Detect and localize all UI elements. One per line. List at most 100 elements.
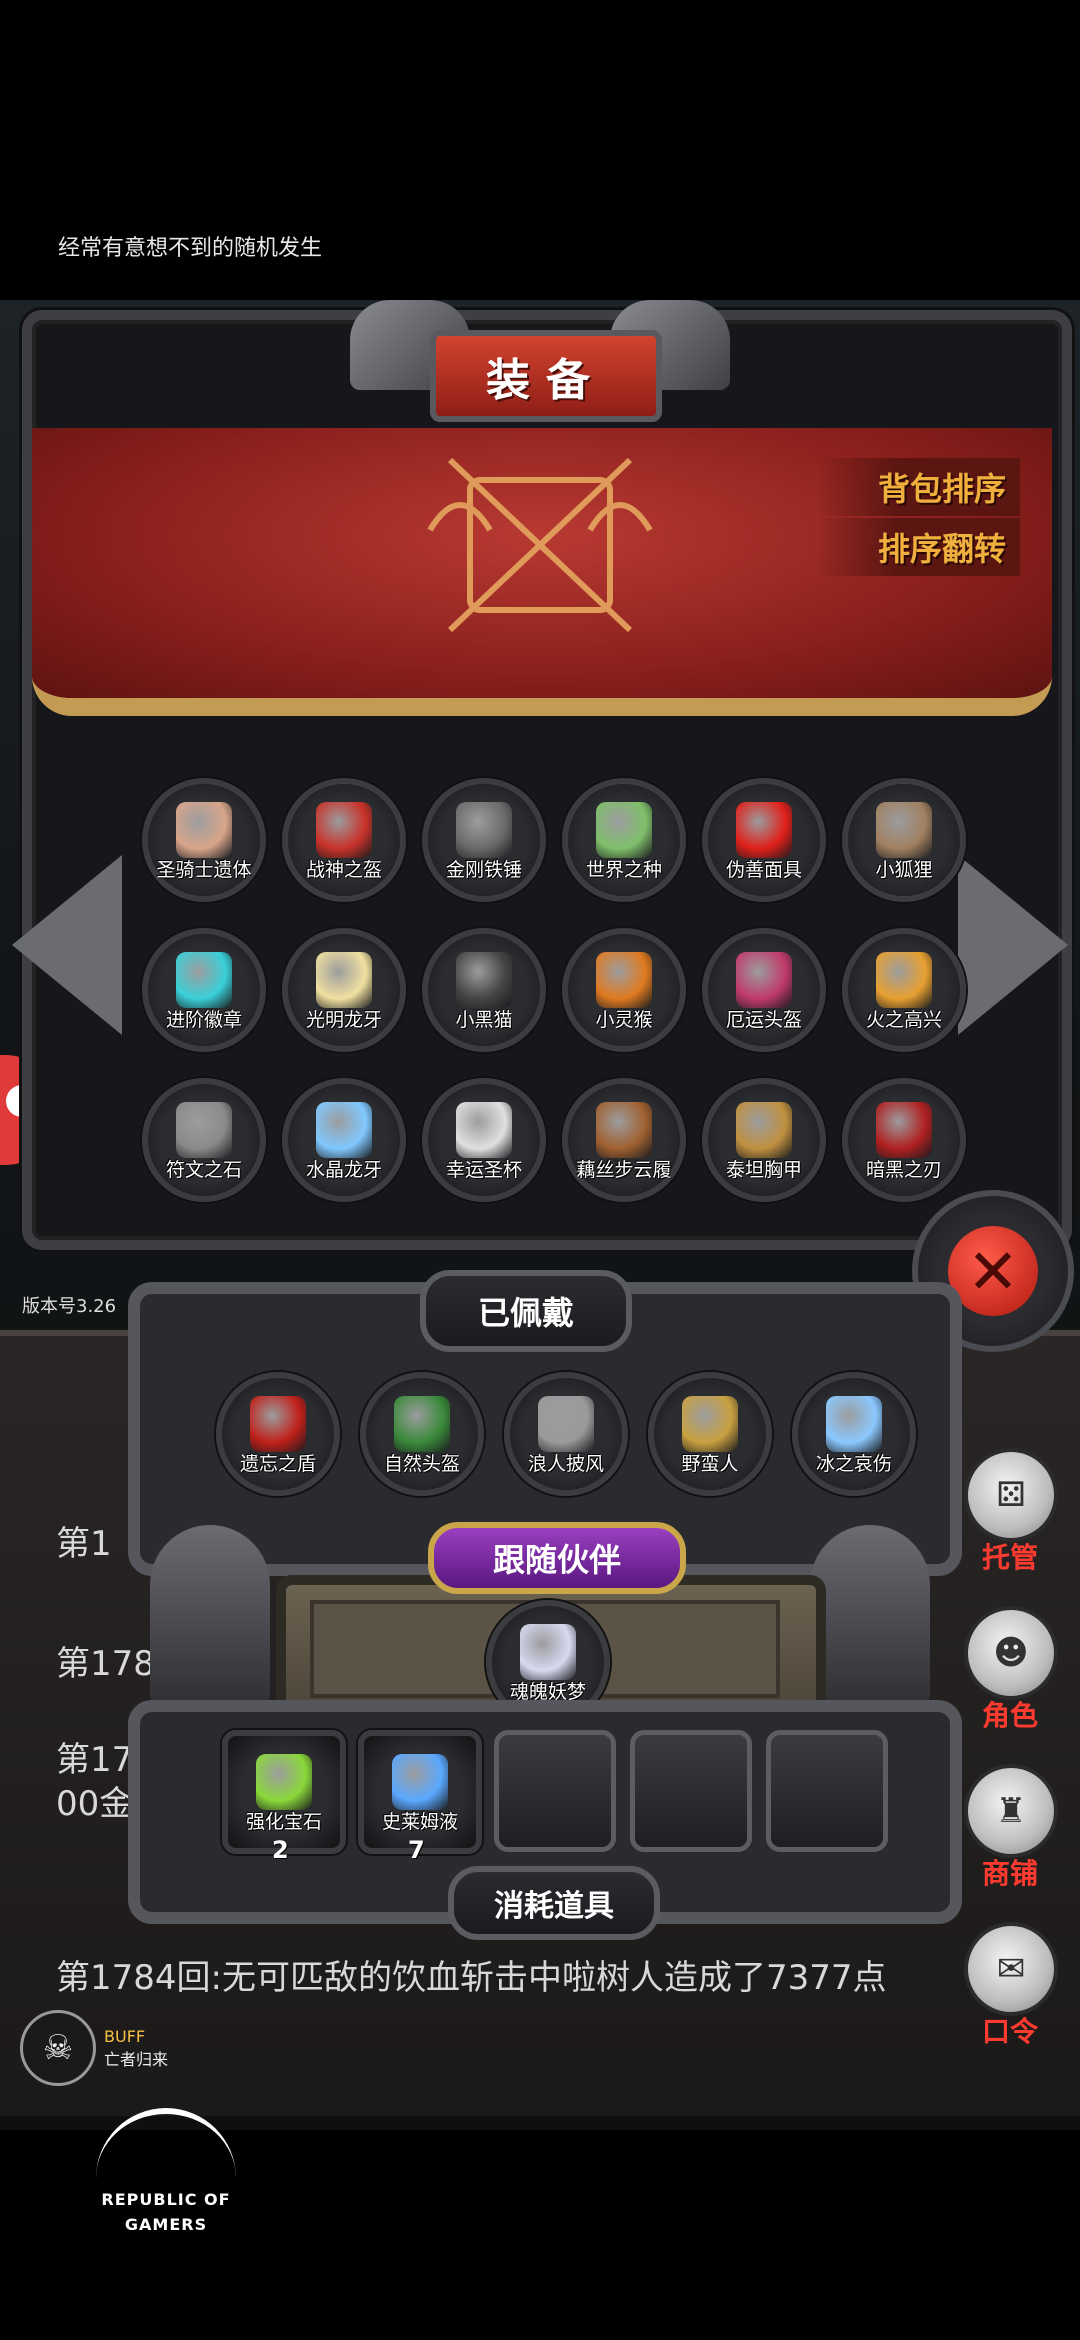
equipped-name: 自然头盔 [383, 1453, 460, 1475]
left-gargoyle-ornament [150, 1525, 270, 1705]
item-name: 金刚铁锤 [445, 859, 522, 881]
item-name: 圣骑士遗体 [156, 859, 252, 881]
item-slot[interactable]: 进阶徽章 [142, 928, 266, 1052]
side-button-label: 角色 [981, 1699, 1038, 1732]
item-name: 火之高兴 [865, 1009, 942, 1031]
rog-line2: GAMERS [124, 2215, 208, 2234]
rog-eye-icon [96, 2108, 236, 2184]
shop-button[interactable]: ♜ 商铺 [964, 1764, 1058, 1892]
item-name: 进阶徽章 [165, 1009, 242, 1031]
auto-play-button[interactable]: ⚄ 托管 [964, 1448, 1058, 1576]
consumable-slot-empty[interactable] [494, 1730, 616, 1852]
item-art [736, 1102, 792, 1158]
item-name: 厄运头盔 [725, 1009, 802, 1031]
prev-page-arrow[interactable] [12, 855, 122, 1035]
item-slot[interactable]: 泰坦胸甲 [702, 1078, 826, 1202]
side-button-label: 商铺 [981, 1857, 1038, 1890]
item-slot[interactable]: 光明龙牙 [282, 928, 406, 1052]
item-art [736, 952, 792, 1008]
item-slot[interactable]: 金刚铁锤 [422, 778, 546, 902]
log-line: 第1784回:无可匹敌的饮血斩击中啦树人造成了7377点 [56, 1958, 887, 1998]
equipped-slot[interactable]: 浪人披风 [504, 1372, 628, 1496]
item-name: 藕丝步云履 [576, 1159, 672, 1181]
item-name: 小灵猴 [595, 1009, 653, 1031]
item-art [596, 1102, 652, 1158]
sort-flip-button[interactable]: 排序翻转 [817, 518, 1020, 576]
item-name: 小黑猫 [455, 1009, 513, 1031]
hooded-character-icon: ☻ [964, 1606, 1058, 1700]
side-button-label: 口令 [981, 2015, 1038, 2048]
buff-indicator[interactable]: ☠ BUFF 亡者归来 [20, 2010, 168, 2086]
panel-title: 装备 [430, 330, 662, 422]
equipped-name: 野蛮人 [681, 1453, 739, 1475]
rog-logo: REPUBLIC OF GAMERS [86, 2108, 246, 2234]
companion-art [520, 1624, 576, 1680]
consumable-slot-empty[interactable] [766, 1730, 888, 1852]
log-line: 第17 [56, 1740, 134, 1780]
version-label: 版本号3.26 [22, 1296, 117, 1317]
consumable-name: 史莱姆液 [381, 1811, 458, 1833]
item-slot[interactable]: 小灵猴 [562, 928, 686, 1052]
dice-icon: ⚄ [964, 1448, 1058, 1542]
item-slot[interactable]: 幸运圣杯 [422, 1078, 546, 1202]
consumable-count: 2 [272, 1836, 289, 1864]
code-button[interactable]: ✉ 口令 [964, 1922, 1058, 2050]
item-art [316, 952, 372, 1008]
item-slot[interactable]: 藕丝步云履 [562, 1078, 686, 1202]
buff-label: BUFF [104, 2026, 146, 2046]
scroll-icon: ✉ [964, 1922, 1058, 2016]
item-name: 小狐狸 [875, 859, 933, 881]
equipped-title: 已佩戴 [420, 1270, 632, 1352]
item-slot[interactable]: 厄运头盔 [702, 928, 826, 1052]
bag-sort-button[interactable]: 背包排序 [817, 458, 1020, 516]
consumable-art [392, 1754, 448, 1810]
item-art [316, 1102, 372, 1158]
item-slot[interactable]: 火之高兴 [842, 928, 966, 1052]
item-name: 伪善面具 [725, 859, 802, 881]
consumable-name: 强化宝石 [245, 1811, 322, 1833]
item-name: 战神之盔 [305, 859, 382, 881]
item-slot[interactable]: 小狐狸 [842, 778, 966, 902]
equipped-slot[interactable]: 遗忘之盾 [216, 1372, 340, 1496]
item-art [736, 802, 792, 858]
equipped-slot[interactable]: 冰之哀伤 [792, 1372, 916, 1496]
consumable-slot-empty[interactable] [630, 1730, 752, 1852]
item-art [876, 1102, 932, 1158]
shop-bag-icon: ♜ [964, 1764, 1058, 1858]
item-art [456, 952, 512, 1008]
hint-text: 经常有意想不到的随机发生 [58, 236, 323, 261]
item-name: 泰坦胸甲 [725, 1159, 802, 1181]
item-art [176, 802, 232, 858]
item-slot[interactable]: 水晶龙牙 [282, 1078, 406, 1202]
item-art [876, 952, 932, 1008]
buff-name: 亡者归来 [104, 2049, 169, 2069]
item-slot[interactable]: 符文之石 [142, 1078, 266, 1202]
item-art [456, 1102, 512, 1158]
item-art [176, 1102, 232, 1158]
item-art [876, 802, 932, 858]
log-line: 00金 [56, 1784, 134, 1824]
item-slot[interactable]: 世界之种 [562, 778, 686, 902]
rog-line1: REPUBLIC OF [101, 2190, 231, 2209]
item-slot[interactable]: 小黑猫 [422, 928, 546, 1052]
right-gargoyle-ornament [810, 1525, 930, 1705]
equipped-art [250, 1396, 306, 1452]
item-name: 幸运圣杯 [445, 1159, 522, 1181]
crossed-swords-emblem [427, 457, 653, 633]
equipped-slot[interactable]: 自然头盔 [360, 1372, 484, 1496]
equipped-art [826, 1396, 882, 1452]
side-button-label: 托管 [981, 1541, 1038, 1574]
equipped-art [538, 1396, 594, 1452]
consumables-title: 消耗道具 [448, 1866, 660, 1940]
item-slot[interactable]: 伪善面具 [702, 778, 826, 902]
equipped-slot[interactable]: 野蛮人 [648, 1372, 772, 1496]
equipped-art [394, 1396, 450, 1452]
item-slot[interactable]: 暗黑之刃 [842, 1078, 966, 1202]
item-slot[interactable]: 战神之盔 [282, 778, 406, 902]
equipped-art [682, 1396, 738, 1452]
companion-title: 跟随伙伴 [428, 1522, 686, 1594]
item-name: 世界之种 [585, 859, 662, 881]
character-button[interactable]: ☻ 角色 [964, 1606, 1058, 1734]
item-slot[interactable]: 圣骑士遗体 [142, 778, 266, 902]
skull-icon: ☠ [20, 2010, 96, 2086]
